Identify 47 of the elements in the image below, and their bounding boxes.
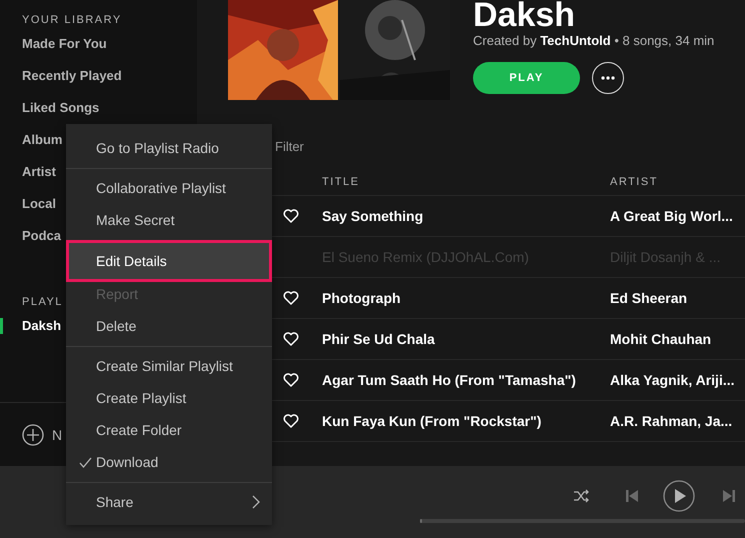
menu-item[interactable]: Delete xyxy=(66,310,272,342)
section-heading: PLAYL xyxy=(21,295,63,310)
menu-item[interactable]: Create Playlist xyxy=(66,382,272,414)
track-title: Kun Faya Kun (From "Rockstar") xyxy=(322,413,542,429)
heart-icon[interactable] xyxy=(283,209,299,223)
more-button[interactable] xyxy=(592,62,624,94)
sidebar-item[interactable]: Liked Songs xyxy=(0,100,100,132)
track-artist: A Great Big Worl... xyxy=(610,208,733,224)
heart-icon[interactable] xyxy=(283,332,299,346)
sidebar-item[interactable]: Podca xyxy=(0,228,62,260)
track-artist: Mohit Chauhan xyxy=(610,331,712,347)
next-icon[interactable] xyxy=(723,490,735,502)
menu-item[interactable]: Share xyxy=(66,486,272,518)
column-header[interactable]: ARTIST xyxy=(610,176,658,188)
sidebar-item[interactable]: Local xyxy=(0,196,56,228)
track-artist: Alka Yagnik, Ariji... xyxy=(610,372,734,388)
sidebar-item[interactable]: Made For You xyxy=(0,36,107,68)
menu-item[interactable]: Go to Playlist Radio xyxy=(66,132,272,164)
play-icon[interactable] xyxy=(663,480,695,512)
track-artist: Ed Sheeran xyxy=(610,290,688,306)
new-playlist-label[interactable]: N xyxy=(52,426,62,442)
heart-icon[interactable] xyxy=(283,373,299,387)
track-title: Photograph xyxy=(322,290,402,306)
filter-field[interactable]: Filter xyxy=(275,136,395,156)
shuffle-icon[interactable] xyxy=(573,489,589,503)
section-heading: YOUR LIBRARY xyxy=(21,13,123,28)
plus-icon[interactable] xyxy=(22,424,44,446)
sidebar-item[interactable]: Album xyxy=(0,132,62,164)
track-title: Say Something xyxy=(322,208,424,224)
playlist-title: Daksh xyxy=(473,0,576,30)
track-title: Agar Tum Saath Ho (From "Tamasha") xyxy=(322,372,577,388)
menu-item[interactable]: Edit Details xyxy=(66,240,272,282)
playlist-meta: Created by TechUntold • 8 songs, 34 min xyxy=(473,33,714,48)
menu-item[interactable]: Download xyxy=(66,446,272,478)
menu-item[interactable]: Create Folder xyxy=(66,414,272,446)
heart-icon[interactable] xyxy=(283,291,299,305)
heart-icon[interactable] xyxy=(283,414,299,428)
previous-icon[interactable] xyxy=(626,490,638,502)
sidebar-item[interactable]: Recently Played xyxy=(0,68,122,100)
menu-item[interactable]: Create Similar Playlist xyxy=(66,350,272,382)
track-artist: A.R. Rahman, Ja... xyxy=(610,413,732,429)
menu-item[interactable]: Collaborative Playlist xyxy=(66,172,272,204)
track-title: Phir Se Ud Chala xyxy=(322,331,436,347)
column-header[interactable]: TITLE xyxy=(322,176,610,188)
more-icon xyxy=(601,76,615,80)
sidebar-item[interactable]: Artist xyxy=(0,164,56,196)
menu-item[interactable]: Make Secret xyxy=(66,204,272,236)
